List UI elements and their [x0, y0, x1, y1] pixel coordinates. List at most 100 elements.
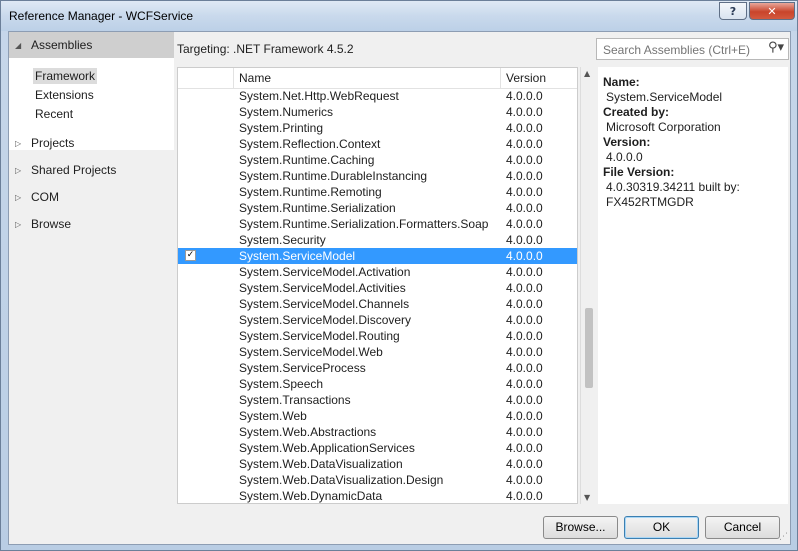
table-row[interactable]: System.Web.DataVisualization 4.0.0.0	[178, 456, 577, 472]
ok-button[interactable]: OK	[624, 516, 699, 539]
table-row[interactable]: System.ServiceProcess 4.0.0.0	[178, 360, 577, 376]
assembly-name: System.ServiceModel.Activities	[239, 281, 406, 295]
list-scrollbar[interactable]: ▲ ▼	[580, 67, 597, 504]
assembly-version: 4.0.0.0	[506, 265, 543, 279]
table-row[interactable]: System.Runtime.Caching 4.0.0.0	[178, 152, 577, 168]
assembly-name: System.Runtime.Serialization.Formatters.…	[239, 217, 489, 231]
nav-group-assemblies[interactable]: ◢ Assemblies	[9, 32, 174, 58]
list-header: Name Version	[178, 68, 577, 89]
table-row[interactable]: System.ServiceModel.Web 4.0.0.0	[178, 344, 577, 360]
table-row[interactable]: System.ServiceModel.Routing 4.0.0.0	[178, 328, 577, 344]
assembly-name: System.Printing	[239, 121, 324, 135]
category-nav: ◢ Assemblies Framework Extensions Recent…	[9, 32, 174, 514]
table-row[interactable]: System.ServiceModel.Activation 4.0.0.0	[178, 264, 577, 280]
assembly-version: 4.0.0.0	[506, 249, 543, 263]
search-icon[interactable]: ⚲▾	[768, 40, 784, 55]
scroll-up-icon[interactable]: ▲	[584, 69, 590, 78]
detail-name-label: Name:	[603, 75, 640, 89]
close-button[interactable]: ✕	[749, 2, 795, 20]
help-button[interactable]: ?	[719, 2, 747, 20]
table-row[interactable]: System.Runtime.Remoting 4.0.0.0	[178, 184, 577, 200]
assembly-name: System.Web.DataVisualization	[239, 457, 403, 471]
table-row[interactable]: System.Web.Abstractions 4.0.0.0	[178, 424, 577, 440]
targeting-label: Targeting: .NET Framework 4.5.2	[177, 42, 354, 56]
assembly-version: 4.0.0.0	[506, 393, 543, 407]
assembly-name: System.Numerics	[239, 105, 334, 119]
assembly-name: System.ServiceModel.Routing	[239, 329, 400, 343]
assembly-name: System.ServiceModel	[239, 249, 356, 263]
table-row[interactable]: System.ServiceModel.Discovery 4.0.0.0	[178, 312, 577, 328]
scroll-down-icon[interactable]: ▼	[584, 493, 590, 502]
assembly-version: 4.0.0.0	[506, 217, 543, 231]
assembly-name: System.Runtime.Remoting	[239, 185, 382, 199]
assembly-name: System.Net.Http.WebRequest	[239, 89, 399, 103]
assembly-version: 4.0.0.0	[506, 153, 543, 167]
nav-group-shared-projects[interactable]: ▷ Shared Projects	[9, 157, 174, 183]
assembly-name: System.ServiceModel.Activation	[239, 265, 411, 279]
browse-button[interactable]: Browse...	[543, 516, 618, 539]
assembly-name: System.Transactions	[239, 393, 351, 407]
assembly-name: System.Web.ApplicationServices	[239, 441, 415, 455]
assembly-version: 4.0.0.0	[506, 441, 543, 455]
assembly-version: 4.0.0.0	[506, 185, 543, 199]
table-row[interactable]: System.Web.ApplicationServices 4.0.0.0	[178, 440, 577, 456]
nav-item-extensions[interactable]: Extensions	[33, 87, 96, 103]
assembly-version: 4.0.0.0	[506, 89, 543, 103]
title-bar[interactable]: Reference Manager - WCFService ? ✕	[1, 1, 797, 31]
table-row[interactable]: System.Web.DynamicData 4.0.0.0	[178, 488, 577, 503]
table-row[interactable]: System.Runtime.Serialization 4.0.0.0	[178, 200, 577, 216]
table-row[interactable]: System.Printing 4.0.0.0	[178, 120, 577, 136]
cancel-button[interactable]: Cancel	[705, 516, 780, 539]
dialog-client-area: ◢ Assemblies Framework Extensions Recent…	[8, 31, 791, 545]
resize-grip-icon[interactable]: ⋰	[779, 532, 788, 542]
table-row[interactable]: System.Web 4.0.0.0	[178, 408, 577, 424]
table-row[interactable]: System.Speech 4.0.0.0	[178, 376, 577, 392]
scroll-thumb[interactable]	[585, 308, 593, 388]
collapsed-triangle-icon: ▷	[15, 165, 22, 175]
table-row[interactable]: System.Net.Http.WebRequest 4.0.0.0	[178, 88, 577, 104]
table-row[interactable]: System.Web.DataVisualization.Design 4.0.0…	[178, 472, 577, 488]
table-row[interactable]: System.ServiceModel.Channels 4.0.0.0	[178, 296, 577, 312]
reference-manager-window: Reference Manager - WCFService ? ✕ ◢ Ass…	[0, 0, 798, 551]
nav-item-framework[interactable]: Framework	[33, 68, 98, 84]
table-row[interactable]: System.Runtime.Serialization.Formatters.…	[178, 216, 577, 232]
table-row[interactable]: System.ServiceModel.Activities 4.0.0.0	[178, 280, 577, 296]
detail-created-label: Created by:	[603, 105, 670, 119]
assembly-name: System.Runtime.Serialization	[239, 201, 396, 215]
row-checkbox[interactable]: ✓	[185, 250, 196, 261]
table-row[interactable]: ✓ System.ServiceModel 4.0.0.0	[178, 248, 577, 264]
assembly-name: System.ServiceModel.Web	[239, 345, 383, 359]
table-row[interactable]: System.Security 4.0.0.0	[178, 232, 577, 248]
assembly-list[interactable]: Name Version System.Net.Http.WebRequest 4…	[177, 67, 578, 504]
table-row[interactable]: System.Runtime.DurableInstancing 4.0.0.0	[178, 168, 577, 184]
checkbox-column-header[interactable]	[178, 68, 234, 88]
table-row[interactable]: System.Transactions 4.0.0.0	[178, 392, 577, 408]
name-column-header[interactable]: Name	[234, 68, 501, 88]
nav-group-projects[interactable]: ▷ Projects	[9, 130, 174, 156]
assembly-version: 4.0.0.0	[506, 169, 543, 183]
detail-created-value: Microsoft Corporation	[606, 120, 721, 134]
table-row[interactable]: System.Numerics 4.0.0.0	[178, 104, 577, 120]
assembly-version: 4.0.0.0	[506, 489, 543, 503]
nav-group-com[interactable]: ▷ COM	[9, 184, 174, 210]
assembly-version: 4.0.0.0	[506, 329, 543, 343]
nav-group-label: Browse	[31, 217, 72, 231]
assembly-version: 4.0.0.0	[506, 361, 543, 375]
collapsed-triangle-icon: ▷	[15, 219, 22, 229]
assembly-version: 4.0.0.0	[506, 473, 543, 487]
nav-item-recent[interactable]: Recent	[33, 106, 75, 122]
assembly-version: 4.0.0.0	[506, 281, 543, 295]
version-column-header[interactable]: Version	[501, 68, 577, 88]
search-box[interactable]: ⚲▾	[596, 38, 789, 60]
table-row[interactable]: System.Reflection.Context 4.0.0.0	[178, 136, 577, 152]
assembly-version: 4.0.0.0	[506, 425, 543, 439]
assembly-version: 4.0.0.0	[506, 297, 543, 311]
assembly-name: System.ServiceProcess	[239, 361, 366, 375]
nav-group-label: Assemblies	[31, 38, 93, 52]
list-rows: System.Net.Http.WebRequest 4.0.0.0 System.…	[178, 88, 577, 503]
detail-file-version-label: File Version:	[603, 165, 675, 179]
nav-group-browse[interactable]: ▷ Browse	[9, 211, 174, 237]
details-pane: Name: System.ServiceModel Created by: Mi…	[598, 67, 788, 504]
assembly-name: System.ServiceModel.Discovery	[239, 313, 412, 327]
search-input[interactable]	[601, 42, 763, 58]
